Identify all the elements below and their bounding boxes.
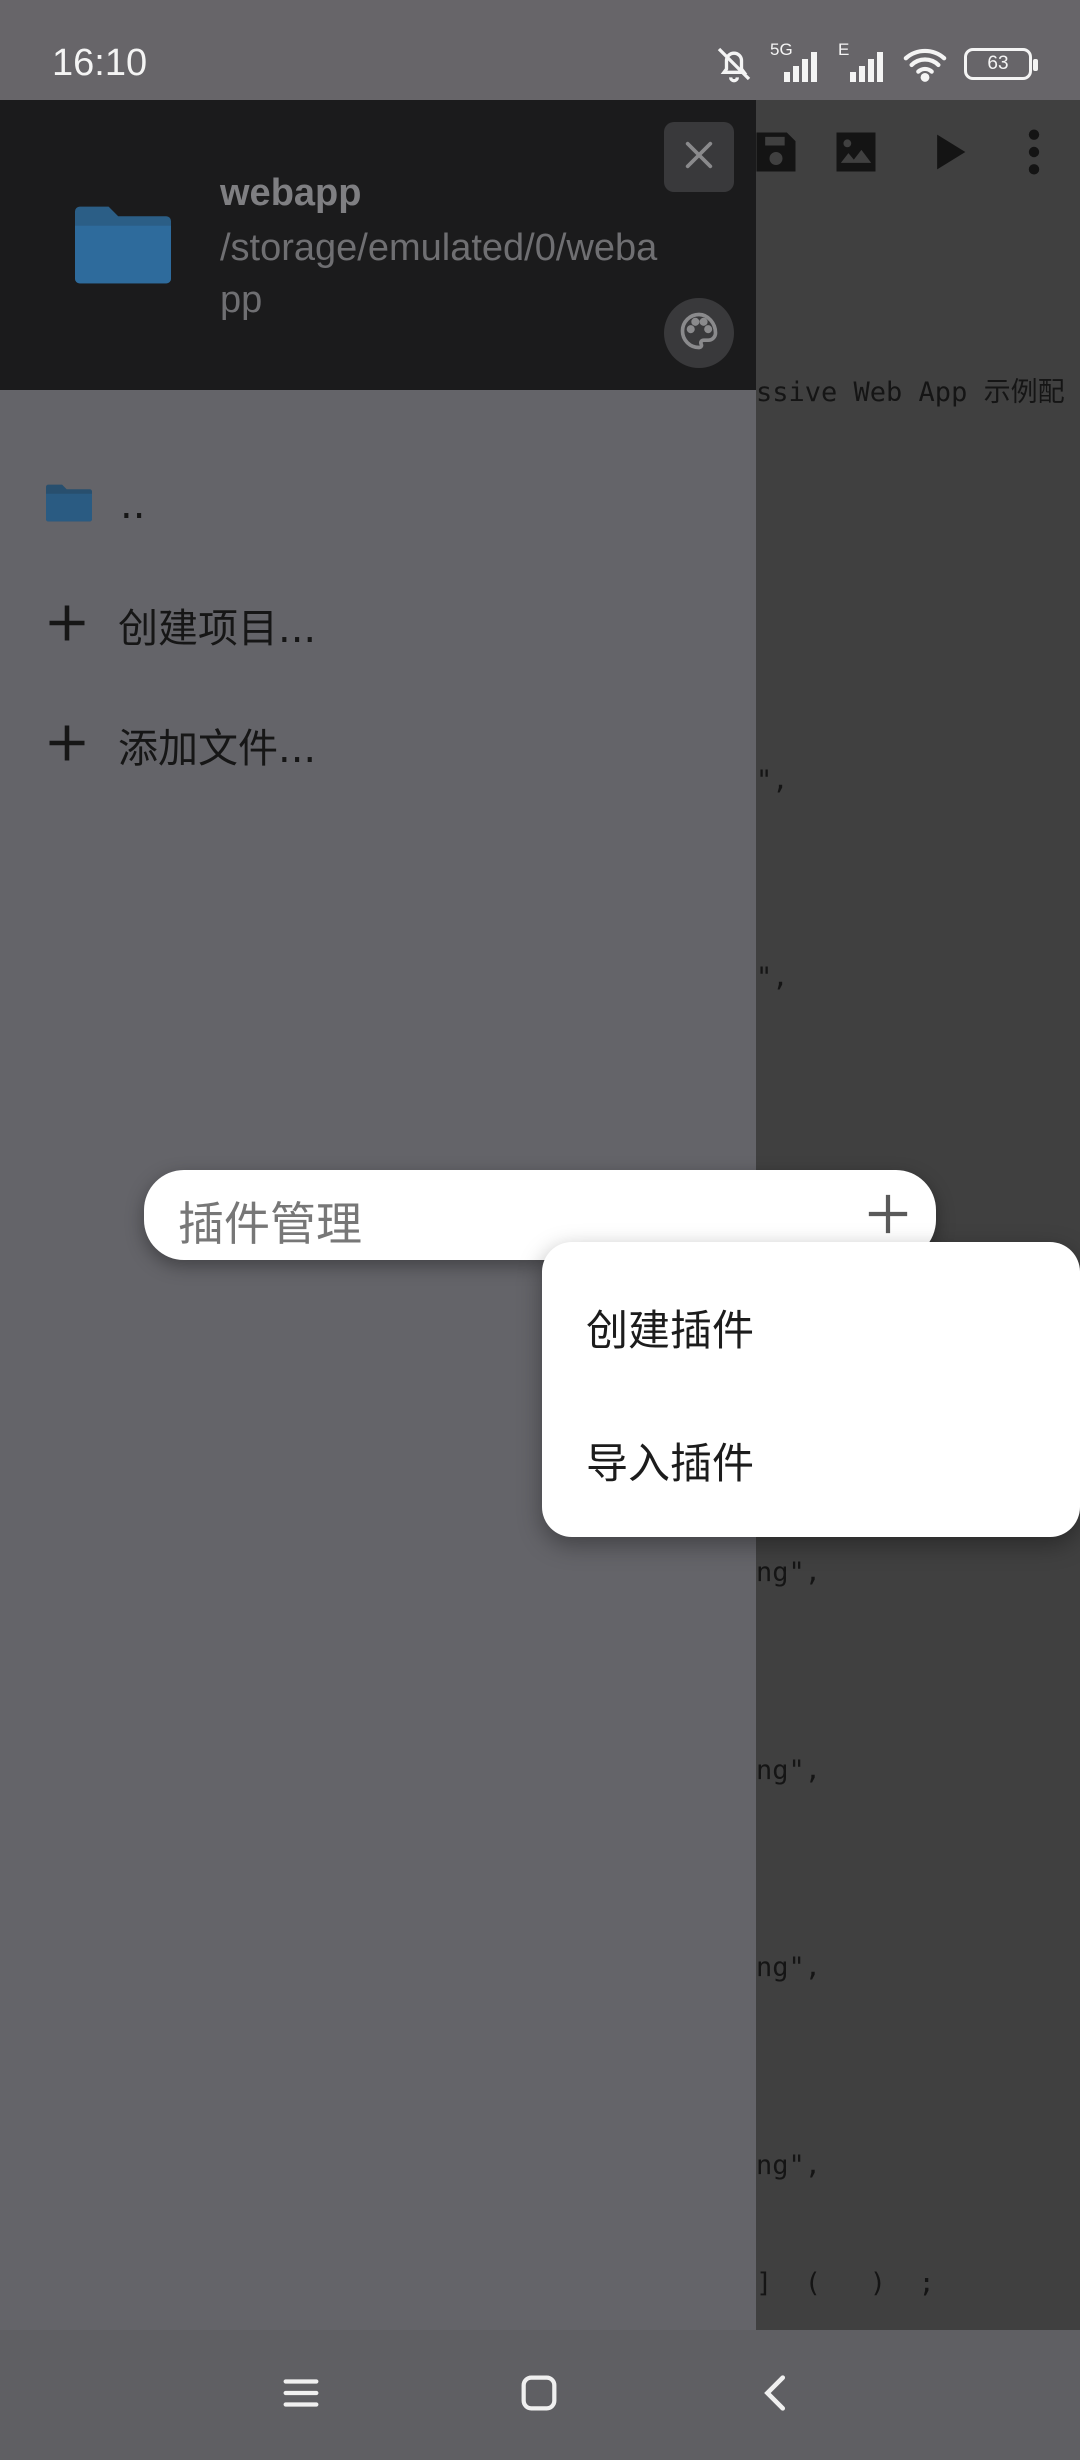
status-time: 16:10 (52, 42, 148, 84)
image-icon[interactable] (828, 126, 884, 182)
project-path: /storage/emulated/0/webapp (220, 227, 658, 321)
plugin-manager-title: 插件管理 (178, 1197, 362, 1251)
project-name: webapp (220, 172, 362, 214)
back-icon[interactable] (754, 2370, 800, 2420)
folder-icon (40, 480, 98, 530)
signal-5g-icon: 5G (770, 40, 820, 82)
home-icon[interactable] (516, 2370, 562, 2420)
drawer-header: webapp /storage/emulated/0/webapp (0, 100, 756, 390)
run-icon[interactable] (922, 126, 974, 182)
plus-icon (46, 722, 88, 768)
status-bar: 16:10 5G E 63 (0, 0, 1080, 100)
save-icon[interactable] (756, 126, 802, 182)
network-label-secondary: E (838, 40, 850, 59)
network-label-primary: 5G (770, 40, 793, 59)
list-item-add-file[interactable]: 添加文件... (0, 690, 756, 800)
more-options-icon[interactable] (1014, 126, 1054, 182)
plugin-menu: 创建插件 导入插件 (542, 1242, 1080, 1537)
wifi-icon (902, 46, 948, 82)
folder-icon (64, 197, 182, 297)
signal-e-icon: E (836, 40, 886, 82)
system-nav-bar (0, 2330, 1080, 2460)
code-line: ", (756, 765, 789, 796)
editor-toolbar (756, 100, 1080, 204)
battery-level: 63 (987, 53, 1009, 74)
list-item-label: 创建项目... (118, 606, 317, 652)
code-line: ssive Web App 示例配 (756, 377, 1065, 408)
bell-muted-icon (714, 44, 754, 84)
menu-icon[interactable] (278, 2370, 324, 2420)
close-icon (682, 138, 716, 176)
code-line: ng", (756, 2150, 822, 2181)
close-drawer-button[interactable] (664, 122, 734, 192)
list-item-parent-folder[interactable]: .. (0, 450, 756, 560)
add-plugin-button[interactable] (860, 1188, 916, 1244)
list-item-create-project[interactable]: 创建项目... (0, 570, 756, 680)
menu-item-import-plugin[interactable]: 导入插件 (586, 1430, 754, 1491)
menu-item-create-plugin[interactable]: 创建插件 (586, 1297, 754, 1358)
list-item-label: .. (120, 482, 146, 528)
status-icons: 5G E 63 (714, 40, 1038, 84)
code-line: ] ( ) ; (756, 2268, 935, 2299)
code-line: ng", (756, 1557, 822, 1588)
code-line: ng", (756, 1755, 822, 1786)
palette-icon (677, 309, 721, 357)
plus-icon (865, 1191, 911, 1241)
code-line: ng", (756, 1952, 822, 1983)
battery-icon: 63 (964, 48, 1038, 80)
list-item-label: 添加文件... (118, 726, 317, 772)
plus-icon (46, 602, 88, 648)
theme-button[interactable] (664, 298, 734, 368)
code-line: ", (756, 962, 789, 993)
